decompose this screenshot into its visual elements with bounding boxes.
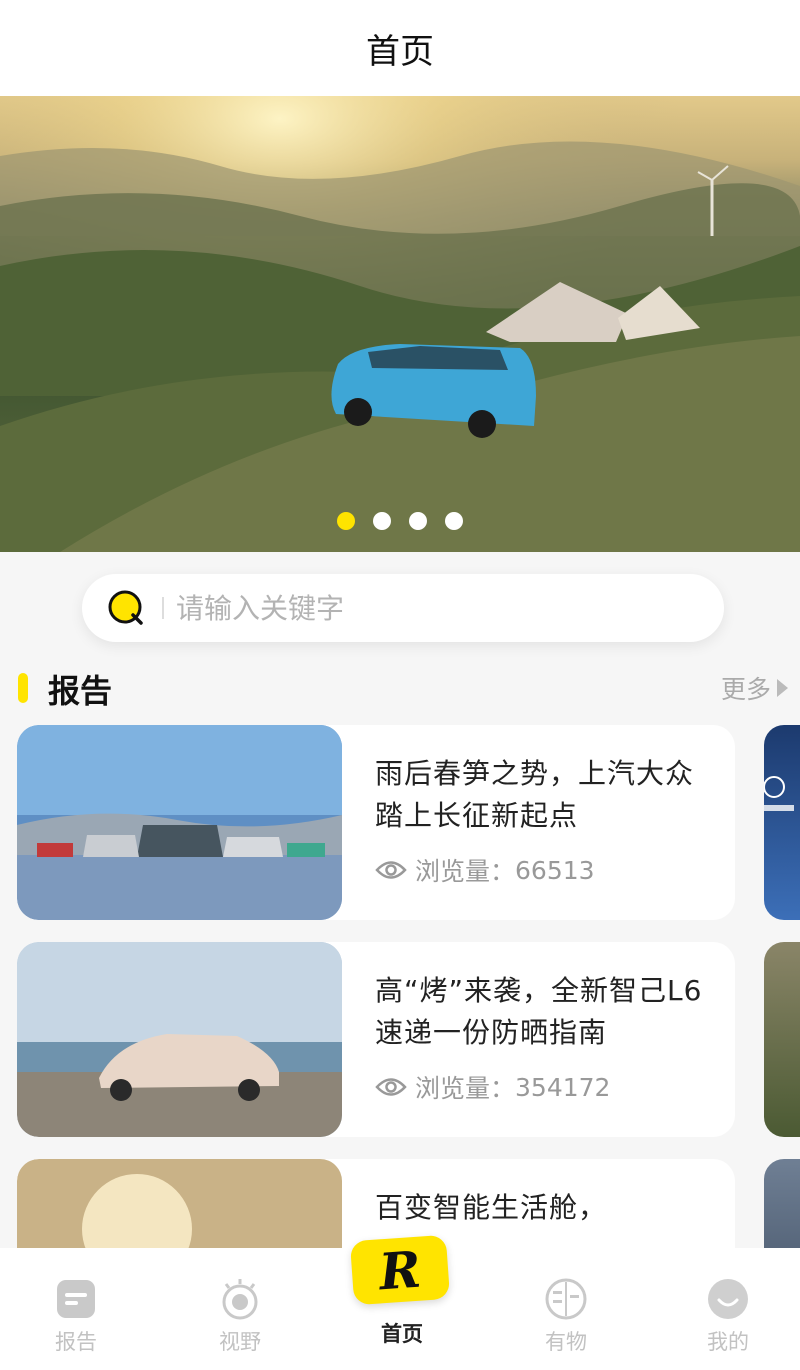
- article-title: 雨后春笋之势，上汽大众踏上长征新起点: [375, 757, 695, 832]
- home-badge-letter: R: [377, 1239, 423, 1301]
- section-header: 报告 更多: [0, 660, 800, 714]
- smile-icon: [708, 1279, 748, 1319]
- views-label: 浏览量：: [415, 857, 516, 886]
- section-accent-bar: [18, 673, 28, 703]
- search-icon: [108, 590, 143, 625]
- views-count: 66513: [515, 855, 595, 885]
- report-icon: [57, 1280, 95, 1318]
- article-title: 百变智能生活舱，: [375, 1191, 608, 1224]
- page-title: 首页: [366, 31, 434, 72]
- banner-illustration: [0, 96, 800, 552]
- youwu-icon: [545, 1278, 587, 1320]
- article-thumbnail: [17, 942, 342, 1137]
- tab-label: 首页: [381, 1322, 423, 1346]
- article-card[interactable]: 雨后春笋之势，上汽大众踏上长征新起点 浏览量： 66513: [17, 725, 735, 920]
- article-thumbnail: [17, 725, 342, 920]
- article-card[interactable]: 高“烤”来袭，全新智己L6速递一份防晒指南 浏览量： 354172: [17, 942, 735, 1137]
- more-label: 更多: [720, 675, 771, 704]
- home-r-icon[interactable]: R: [349, 1234, 451, 1306]
- search-input[interactable]: [176, 591, 656, 625]
- tab-label: 报告: [55, 1330, 97, 1354]
- views-count: 354172: [515, 1072, 611, 1102]
- tab-report[interactable]: 报告: [16, 1248, 136, 1370]
- next-card-peek[interactable]: [764, 725, 800, 920]
- eye-icon: [375, 861, 407, 879]
- eye-icon: [222, 1279, 258, 1320]
- tab-youwu[interactable]: 有物: [506, 1248, 626, 1370]
- carousel-dot[interactable]: [373, 512, 391, 530]
- carousel-dot[interactable]: [337, 512, 355, 530]
- search-divider: [162, 597, 164, 619]
- article-views: 浏览量： 354172: [375, 1069, 610, 1105]
- tab-vision[interactable]: 视野: [180, 1248, 300, 1370]
- article-views: 浏览量： 66513: [375, 852, 595, 888]
- eye-icon: [375, 1078, 407, 1096]
- search-bar[interactable]: [82, 574, 724, 642]
- next-card-peek[interactable]: [764, 942, 800, 1137]
- carousel-dots: [0, 512, 800, 530]
- chevron-right-icon: [777, 679, 788, 697]
- carousel-dot[interactable]: [445, 512, 463, 530]
- more-link[interactable]: 更多: [721, 670, 788, 706]
- tab-label: 有物: [545, 1330, 587, 1354]
- tab-label: 我的: [707, 1330, 749, 1354]
- carousel-dot[interactable]: [409, 512, 427, 530]
- tab-label: 视野: [219, 1330, 261, 1354]
- views-label: 浏览量：: [415, 1074, 516, 1103]
- article-title: 高“烤”来袭，全新智己L6速递一份防晒指南: [375, 974, 703, 1049]
- app-header: 首页: [0, 0, 800, 96]
- hero-banner[interactable]: [0, 96, 800, 552]
- section-title: 报告: [48, 672, 113, 710]
- tab-mine[interactable]: 我的: [668, 1248, 788, 1370]
